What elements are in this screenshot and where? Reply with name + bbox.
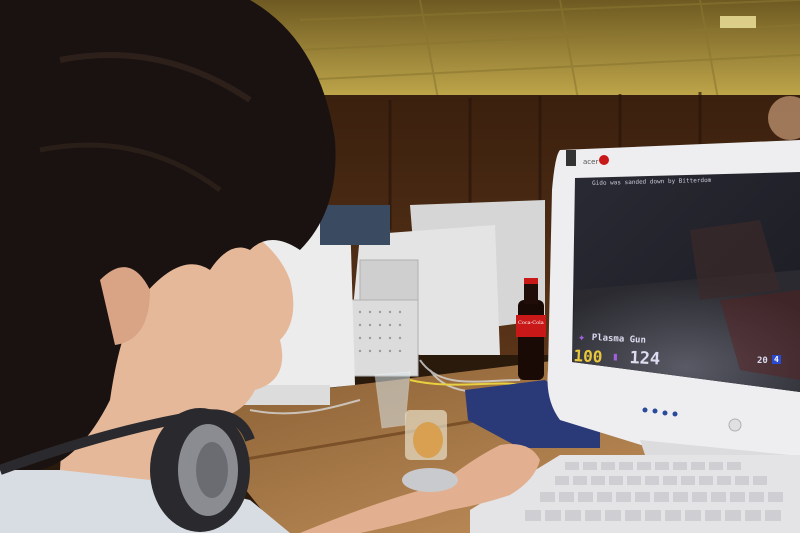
photo-background bbox=[0, 0, 800, 533]
hud-score: 20 bbox=[757, 356, 768, 366]
hud-ammo: 124 bbox=[628, 348, 661, 370]
background-screen bbox=[320, 205, 390, 245]
hud-ammo-icon: ▮ bbox=[612, 350, 619, 363]
snack-packet bbox=[405, 410, 447, 460]
bottle-label: Coca-Cola bbox=[518, 320, 544, 326]
plasma-gun-icon: ✦ bbox=[578, 330, 586, 344]
hud-score-secondary: 4 bbox=[772, 355, 781, 364]
mouse[interactable] bbox=[402, 468, 458, 492]
hud-health: 100 bbox=[573, 346, 603, 367]
monitor-brand-label: acer bbox=[583, 158, 599, 166]
photo-scene: acer Gido was sanded down by Bitterdom ✦… bbox=[0, 0, 800, 533]
